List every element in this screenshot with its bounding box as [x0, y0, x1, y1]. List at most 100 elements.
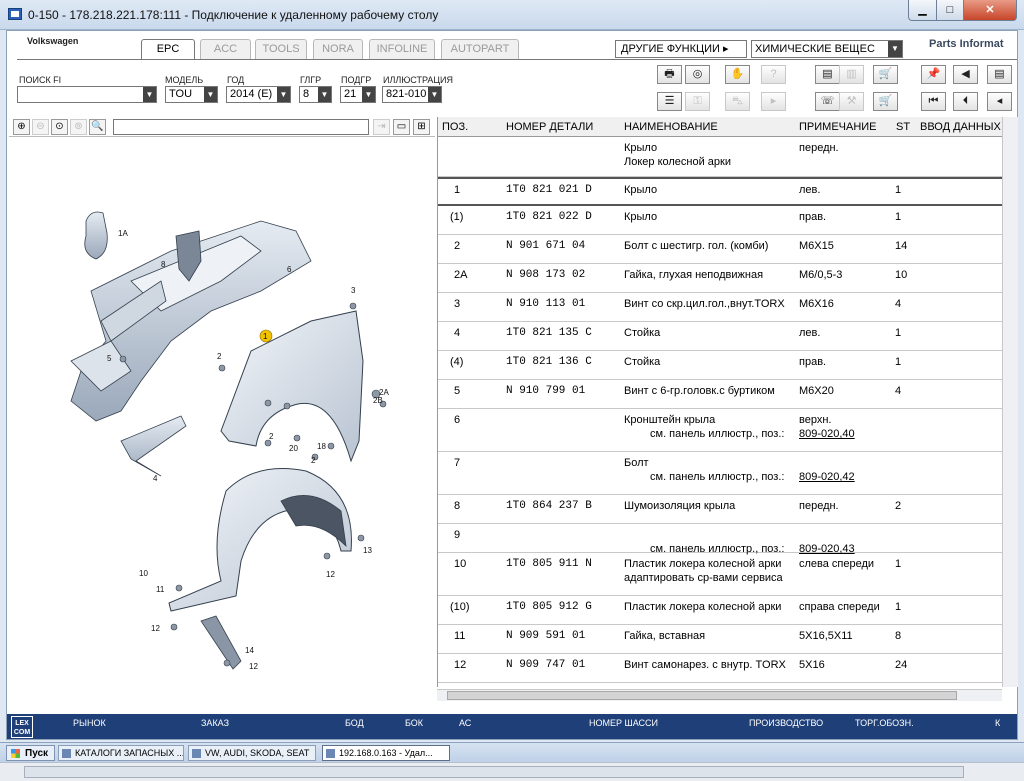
col-name-header[interactable]: НАИМЕНОВАНИЕ	[624, 121, 718, 133]
tab-epc[interactable]: EPC	[141, 39, 195, 60]
table-row[interactable]: 9 см. панель иллюстр., поз.: 809-020,43	[438, 524, 1002, 555]
col-st-header[interactable]: ST	[896, 121, 910, 133]
table-row[interactable]: Крыло Локер колесной арки передн.	[438, 137, 1002, 177]
year-select[interactable]: 2014 (E) ▼	[226, 86, 291, 103]
other-functions-menu[interactable]: ДРУГИЕ ФУНКЦИИ ▸	[615, 40, 747, 58]
parts-illustration[interactable]: 11A2222A2B34568101112121213141820	[11, 141, 433, 711]
callout-label[interactable]: 2B	[373, 396, 383, 405]
podgr-select[interactable]: 21 ▼	[340, 86, 376, 103]
start-button[interactable]: Пуск	[6, 745, 56, 761]
illustration-select[interactable]: 821-010 ▼	[382, 86, 442, 103]
handshake-icon[interactable]: ✋	[725, 65, 750, 84]
table-row[interactable]: 8 1T0 864 237 B Шумоизоляция крыла передн. 2	[438, 495, 1002, 524]
chevron-down-icon[interactable]: ▼	[318, 87, 331, 102]
phone-icon[interactable]: ☏	[815, 92, 840, 111]
cart-icon[interactable]: 🛒	[873, 92, 898, 111]
elsa-icon[interactable]: ▤	[815, 65, 840, 84]
table-row[interactable]: 7 Болт см. панель иллюстр., поз.: 809-020,4…	[438, 452, 1002, 495]
tab-infoline[interactable]: INFOLINE	[369, 39, 435, 59]
col-partno-header[interactable]: НОМЕР ДЕТАЛИ	[506, 121, 593, 133]
minimize-button[interactable]: ▁	[908, 0, 937, 21]
back-icon[interactable]: ◂	[987, 92, 1012, 111]
scroll-thumb[interactable]	[447, 691, 957, 700]
callout-label[interactable]: 18	[317, 442, 326, 451]
callout-label[interactable]: 6	[287, 265, 292, 274]
car-icon[interactable]: ⛍	[725, 92, 750, 111]
model-select[interactable]: TOU ▼	[165, 86, 218, 103]
table-row[interactable]: 2 N 901 671 04 Болт с шестигр. гол. (комби…	[438, 235, 1002, 264]
book-icon[interactable]: ▤	[987, 65, 1012, 84]
table-row[interactable]: 6 Кронштейн крыла см. панель иллюстр., поз…	[438, 409, 1002, 452]
play-dash-icon[interactable]: ▸	[761, 92, 786, 111]
chevron-down-icon[interactable]: ▼	[204, 87, 217, 102]
zoom-fit-icon[interactable]: ⊙	[51, 119, 68, 135]
callout-label[interactable]: 13	[363, 546, 372, 555]
callout-label[interactable]: 8	[161, 260, 166, 269]
chevron-down-icon[interactable]: ▼	[428, 87, 441, 102]
table-row[interactable]: 5 N 910 799 01 Винт с 6-гр.головк.с буртик…	[438, 380, 1002, 409]
callout-label[interactable]: 5	[107, 354, 112, 363]
tab-tools[interactable]: TOOLS	[255, 39, 307, 59]
table-row[interactable]: 1 1T0 821 021 D Крыло лев. 1	[438, 177, 1002, 206]
key-icon[interactable]: ⚿	[685, 92, 710, 111]
list-icon[interactable]: ☰	[657, 92, 682, 111]
glgr-select[interactable]: 8 ▼	[299, 86, 332, 103]
table-row[interactable]: (4) 1T0 821 136 C Стойка прав. 1	[438, 351, 1002, 380]
zoom-in-icon[interactable]: ⊕	[13, 119, 30, 135]
table-row[interactable]: 4 1T0 821 135 C Стойка лев. 1	[438, 322, 1002, 351]
print-icon[interactable]: 🖶	[657, 65, 682, 84]
magnifier-icon[interactable]: 🔍	[89, 119, 106, 135]
book-back-icon[interactable]: ◀	[953, 65, 978, 84]
chevron-down-icon[interactable]: ▼	[277, 87, 290, 102]
search-fi-field[interactable]: ▼	[17, 86, 157, 103]
repair-icon[interactable]: ⚒	[839, 92, 864, 111]
callout-label[interactable]: 12	[249, 662, 258, 671]
table-row[interactable]: 3 N 910 113 01 Винт со скр.цил.гол.,внут.T…	[438, 293, 1002, 322]
callout-label[interactable]: 14	[245, 646, 254, 655]
callout-label[interactable]: 3	[351, 286, 356, 295]
table-row[interactable]: 2A N 908 173 02 Гайка, глухая неподвижная M…	[438, 264, 1002, 293]
illustration-link[interactable]: 809-020,42	[799, 471, 855, 483]
taskbar-item-remote[interactable]: 192.168.0.163 - Удал...	[322, 745, 450, 761]
export-icon[interactable]: ⇥	[373, 119, 390, 135]
zoom-reset-icon[interactable]: ⊚	[70, 119, 87, 135]
disc-icon[interactable]: ◎	[685, 65, 710, 84]
first-icon[interactable]: ⏮	[921, 92, 946, 111]
col-pos-header[interactable]: ПОЗ.	[442, 121, 468, 133]
maximize-button[interactable]: □	[936, 0, 964, 21]
pin-icon[interactable]: 📌	[921, 65, 946, 84]
chevron-down-icon[interactable]: ▼	[888, 41, 902, 57]
callout-label[interactable]: 10	[139, 569, 148, 578]
chevron-down-icon[interactable]: ▼	[362, 87, 375, 102]
callout-label[interactable]: 2	[217, 352, 222, 361]
table-row[interactable]: (1) 1T0 821 022 D Крыло прав. 1	[438, 206, 1002, 235]
callout-label[interactable]: 12	[326, 570, 335, 579]
remote-horizontal-scrollbar[interactable]	[0, 762, 1024, 781]
horizontal-scrollbar[interactable]	[437, 689, 1002, 701]
table-row[interactable]: 12 N 909 747 01 Винт самонарез. с внутр. T…	[438, 654, 1002, 683]
table-row[interactable]: 10 1T0 805 911 N Пластик локера колесной а…	[438, 553, 1002, 596]
callout-label[interactable]: 11	[156, 585, 165, 594]
chemicals-dropdown[interactable]: ХИМИЧЕСКИЕ ВЕЩЕС ▼	[751, 40, 903, 58]
tab-nora[interactable]: NORA	[313, 39, 363, 59]
window-icon[interactable]: ▭	[393, 119, 410, 135]
chevron-down-icon[interactable]: ▼	[143, 87, 156, 102]
callout-label[interactable]: 1A	[118, 229, 128, 238]
callout-label[interactable]: 2	[269, 432, 274, 441]
cart-add-icon[interactable]: 🛒	[873, 65, 898, 84]
question-icon[interactable]: ?	[761, 65, 786, 84]
col-note-header[interactable]: ПРИМЕЧАНИЕ	[799, 121, 877, 133]
scroll-thumb[interactable]	[24, 766, 964, 778]
prev-icon[interactable]: ⏴	[953, 92, 978, 111]
zoom-out-icon[interactable]: ⊖	[32, 119, 49, 135]
split-icon[interactable]: ⊞	[413, 119, 430, 135]
callout-label[interactable]: 2	[311, 456, 316, 465]
table-row[interactable]: (10) 1T0 805 912 G Пластик локера колесной…	[438, 596, 1002, 625]
callout-label[interactable]: 12	[151, 624, 160, 633]
table-row[interactable]: 11 N 909 591 01 Гайка, вставная 5X16,5X11 8	[438, 625, 1002, 654]
tab-autopart[interactable]: AUTOPART	[441, 39, 519, 59]
taskbar-item-vw[interactable]: VW, AUDI, SKODA, SEAT	[188, 745, 316, 761]
vertical-scrollbar[interactable]	[1002, 117, 1018, 687]
dsa-icon[interactable]: ▥	[839, 65, 864, 84]
taskbar-item-catalogs[interactable]: КАТАЛОГИ ЗАПАСНЫХ ...	[58, 745, 184, 761]
